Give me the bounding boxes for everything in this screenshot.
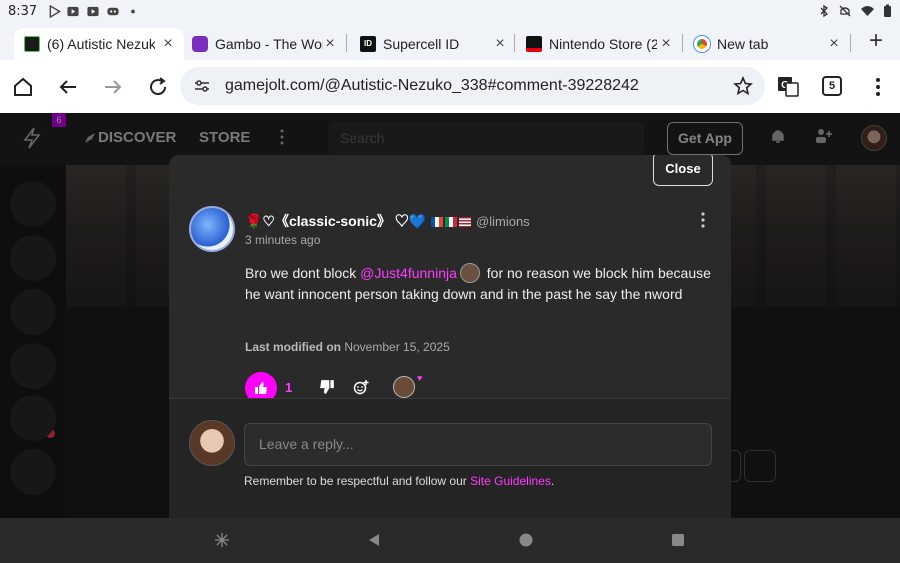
liker-avatar[interactable] [393, 376, 415, 398]
tab-strip: (6) Autistic Nezuko × Gambo - The World … [0, 24, 900, 60]
site-settings-icon[interactable] [194, 78, 210, 94]
tab-separator [850, 34, 851, 52]
tab-title: Supercell ID [383, 36, 460, 52]
comment-text-start: Bro we dont block [245, 265, 361, 281]
italy-flag-icon [445, 217, 458, 227]
close-tab-icon[interactable]: × [160, 36, 176, 52]
close-tab-icon[interactable]: × [322, 36, 338, 52]
clock: 8:37 [8, 4, 38, 19]
tab-separator [514, 34, 515, 52]
wifi-icon [861, 6, 874, 16]
last-modified: Last modified on November 15, 2025 [245, 340, 450, 354]
supercell-favicon-icon: ID [360, 36, 376, 52]
name-suffix: ♡💙 [394, 213, 427, 229]
youtube-icon [87, 6, 99, 17]
gambo-favicon-icon [192, 36, 208, 52]
status-icons [818, 4, 892, 18]
tab-autistic-nezuko[interactable]: (6) Autistic Nezuko × [14, 28, 184, 60]
like-count[interactable]: 1 [285, 380, 292, 395]
nintendo-favicon-icon [526, 36, 542, 52]
close-tab-icon[interactable]: × [826, 36, 842, 52]
tab-title: Gambo - The World [215, 36, 323, 52]
comment-modal: Close 🌹♡《classic-sonic》 ♡💙 @limions 3 mi… [169, 155, 731, 518]
add-reaction-icon[interactable] [353, 379, 369, 395]
close-tab-icon[interactable]: × [658, 36, 674, 52]
tab-separator [346, 34, 347, 52]
last-modified-label: Last modified on [245, 340, 341, 354]
discord-icon [107, 7, 119, 16]
tab-supercell-id[interactable]: ID Supercell ID × [350, 28, 516, 60]
comment-body: Bro we dont block @Just4funninja for no … [245, 263, 715, 305]
play-store-icon [49, 5, 61, 18]
dot-icon [131, 9, 135, 14]
reply-input[interactable]: Leave a reply... [244, 423, 712, 466]
close-tab-icon[interactable]: × [492, 36, 508, 52]
assistant-sparkle-icon[interactable] [214, 532, 230, 548]
tab-title: (6) Autistic Nezuko [47, 36, 155, 52]
guidelines-text: Remember to be respectful and follow our [244, 474, 471, 488]
commenter-avatar[interactable] [189, 206, 235, 252]
comment-timestamp[interactable]: 3 minutes ago [245, 233, 320, 247]
new-tab-button[interactable]: + [864, 29, 888, 54]
tab-title: New tab [717, 36, 769, 52]
reply-section: Leave a reply... Remember to be respectf… [169, 399, 731, 518]
forward-arrow-icon[interactable] [101, 75, 125, 99]
user-mention-link[interactable]: @Just4funninja [360, 265, 457, 281]
usa-flag-icon [459, 217, 472, 227]
close-modal-button[interactable]: Close [653, 155, 713, 186]
site-guidelines-link[interactable]: Site Guidelines [470, 474, 551, 488]
back-nav-icon[interactable] [366, 532, 382, 548]
tab-gambo[interactable]: Gambo - The World × [182, 28, 346, 60]
tab-nintendo-store[interactable]: Nintendo Store (20 × [516, 28, 682, 60]
current-user-avatar [189, 420, 235, 466]
back-arrow-icon[interactable] [56, 75, 80, 99]
heart-icon: ♥ [417, 373, 423, 383]
reload-icon[interactable] [146, 75, 170, 99]
guidelines-notice: Remember to be respectful and follow our… [244, 474, 554, 488]
mention-avatar [459, 263, 480, 283]
last-modified-date: November 15, 2025 [344, 340, 450, 354]
home-icon[interactable] [11, 75, 35, 99]
address-bar[interactable]: gamejolt.com/@Autistic-Nezuko_338#commen… [180, 67, 765, 105]
bookmark-star-icon[interactable] [733, 76, 753, 96]
tab-switcher-button[interactable]: 5 [822, 76, 842, 96]
browser-toolbar: gamejolt.com/@Autistic-Nezuko_338#commen… [0, 60, 900, 113]
mute-icon [839, 5, 851, 17]
thumbs-up-icon [255, 382, 267, 394]
home-nav-icon[interactable] [518, 532, 534, 548]
commenter-name[interactable]: 🌹♡《classic-sonic》 ♡💙 @limions [245, 211, 530, 231]
bluetooth-icon [820, 4, 829, 18]
chrome-favicon-icon [694, 36, 710, 52]
tab-separator [682, 34, 683, 52]
android-nav-bar [0, 518, 900, 563]
commenter-handle[interactable]: @limions [476, 214, 530, 229]
tab-new-tab[interactable]: New tab × [684, 28, 850, 60]
display-name: 《classic-sonic》 [274, 213, 391, 229]
france-flag-icon [431, 217, 444, 227]
thumbs-down-icon[interactable] [319, 379, 335, 395]
recents-nav-icon[interactable] [670, 532, 686, 548]
tab-title: Nintendo Store (20 [549, 36, 657, 52]
battery-icon [884, 4, 891, 17]
translate-icon[interactable]: G [776, 74, 800, 98]
guidelines-period: . [550, 474, 555, 488]
name-prefix: 🌹♡ [245, 213, 275, 229]
comment-options-icon[interactable] [699, 211, 707, 229]
android-status-bar: 8:37 [0, 0, 900, 24]
url-text[interactable]: gamejolt.com/@Autistic-Nezuko_338#commen… [225, 77, 639, 95]
gamejolt-favicon-icon [24, 36, 40, 52]
youtube-icon [67, 6, 79, 17]
overflow-menu-icon[interactable] [866, 75, 890, 99]
